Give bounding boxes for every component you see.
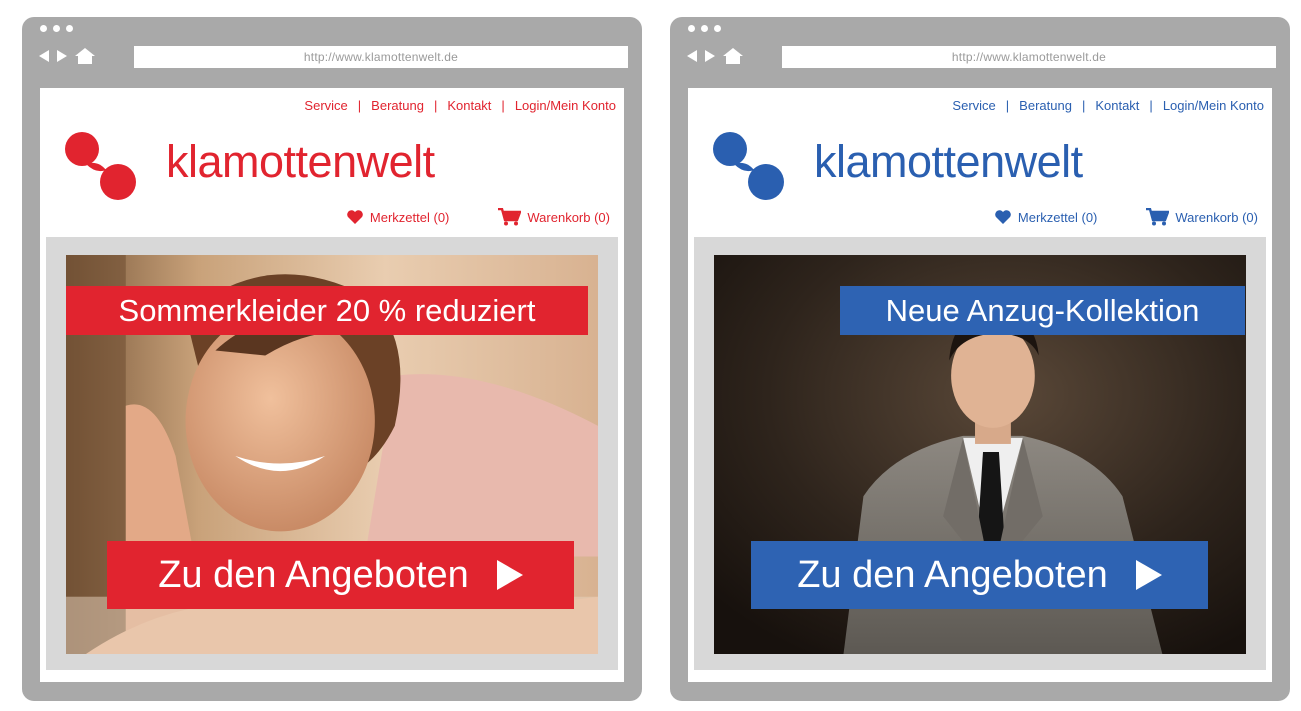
nav-separator: | [357,98,362,113]
window-dot[interactable] [40,25,47,32]
nav-separator: | [1081,98,1086,113]
top-nav: Service | Beratung | Kontakt | Login/Mei… [304,98,616,113]
browser-nav [686,47,744,65]
window-dot[interactable] [53,25,60,32]
home-icon[interactable] [74,47,96,65]
wishlist-link[interactable]: Merkzettel (0) [994,208,1097,226]
utility-links: Merkzettel (0) Warenkorb (0) [994,208,1258,226]
logo-icon[interactable] [710,130,790,206]
hero-area: Sommerkleider 20 % reduziert Zu den Ange… [46,237,618,670]
cart-icon [1146,208,1170,226]
window-dot[interactable] [714,25,721,32]
utility-links: Merkzettel (0) Warenkorb (0) [346,208,610,226]
back-icon[interactable] [686,49,698,63]
cta-button[interactable]: Zu den Angeboten [107,541,574,609]
window-dot[interactable] [688,25,695,32]
address-bar[interactable]: http://www.klamottenwelt.de [134,46,628,68]
hero-area: Neue Anzug-Kollektion Zu den Angeboten [694,237,1266,670]
browser-window-blue: http://www.klamottenwelt.de Service | Be… [670,17,1290,701]
brand-name[interactable]: klamottenwelt [166,136,435,188]
cta-button[interactable]: Zu den Angeboten [751,541,1208,609]
nav-separator: | [1005,98,1010,113]
brand-name[interactable]: klamottenwelt [814,136,1083,188]
nav-login-link[interactable]: Login/Mein Konto [1163,98,1264,113]
top-nav: Service | Beratung | Kontakt | Login/Mei… [952,98,1264,113]
cart-link[interactable]: Warenkorb (0) [1145,208,1258,226]
browser-window-red: http://www.klamottenwelt.de Service | Be… [22,17,642,701]
hero-banner[interactable]: Sommerkleider 20 % reduziert Zu den Ange… [66,255,598,654]
logo-icon[interactable] [62,130,142,206]
cta-label: Zu den Angeboten [797,553,1108,596]
window-dot[interactable] [701,25,708,32]
nav-service-link[interactable]: Service [304,98,347,113]
nav-service-link[interactable]: Service [952,98,995,113]
play-arrow-icon [496,560,523,590]
cart-icon [498,208,522,226]
back-icon[interactable] [38,49,50,63]
hero-banner[interactable]: Neue Anzug-Kollektion Zu den Angeboten [714,255,1246,654]
wishlist-label: Merkzettel (0) [369,209,450,225]
cart-label: Warenkorb (0) [1175,209,1258,225]
nav-separator: | [1149,98,1153,113]
window-controls [688,25,721,32]
cta-label: Zu den Angeboten [158,553,469,596]
browser-nav [38,47,96,65]
home-icon[interactable] [722,47,744,65]
headline-banner: Sommerkleider 20 % reduziert [66,286,588,335]
wishlist-link[interactable]: Merkzettel (0) [346,208,449,226]
forward-icon[interactable] [704,49,716,63]
window-controls [40,25,73,32]
nav-login-link[interactable]: Login/Mein Konto [515,98,616,113]
headline-banner: Neue Anzug-Kollektion [840,286,1245,335]
address-bar[interactable]: http://www.klamottenwelt.de [782,46,1276,68]
play-arrow-icon [1135,560,1162,590]
cart-link[interactable]: Warenkorb (0) [497,208,610,226]
web-page: Service | Beratung | Kontakt | Login/Mei… [688,88,1272,682]
window-dot[interactable] [66,25,73,32]
nav-separator: | [433,98,438,113]
heart-icon [347,210,363,224]
nav-kontakt-link[interactable]: Kontakt [1095,98,1139,113]
nav-separator: | [501,98,505,113]
web-page: Service | Beratung | Kontakt | Login/Mei… [40,88,624,682]
cart-label: Warenkorb (0) [527,209,610,225]
nav-beratung-link[interactable]: Beratung [1019,98,1072,113]
heart-icon [995,210,1011,224]
nav-kontakt-link[interactable]: Kontakt [447,98,491,113]
wishlist-label: Merkzettel (0) [1017,209,1098,225]
forward-icon[interactable] [56,49,68,63]
nav-beratung-link[interactable]: Beratung [371,98,424,113]
